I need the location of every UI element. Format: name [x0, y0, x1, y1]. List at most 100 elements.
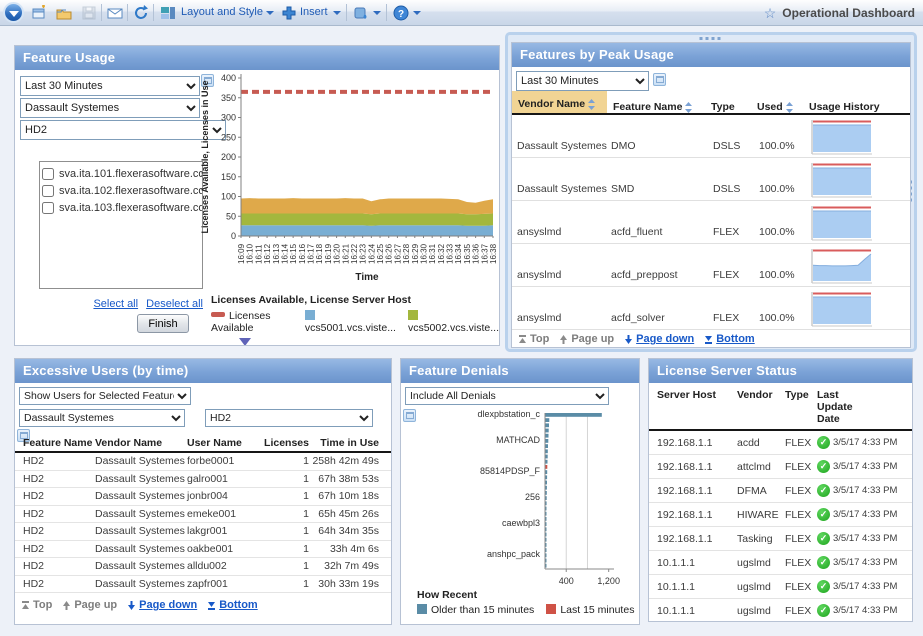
table-row: HD2Dassault Systemesemeke001165h 45m 26s: [15, 506, 391, 524]
feature-select[interactable]: HD2: [205, 409, 373, 427]
cell-type: FLEX: [785, 533, 817, 545]
cell-type: FLEX: [785, 509, 817, 521]
y-tick-label: 50: [226, 211, 236, 221]
layout-and-style-menu[interactable]: Layout and Style: [181, 6, 263, 18]
insert-plus-icon[interactable]: [280, 4, 298, 22]
layout-caret-icon[interactable]: [266, 11, 274, 15]
column-header-user[interactable]: User Name: [187, 433, 269, 449]
host-list-item: sva.ita.103.flexerasoftware.com: [42, 199, 200, 216]
host-checkbox[interactable]: [42, 185, 54, 197]
toolbar-separator: [386, 4, 387, 21]
new-icon[interactable]: [30, 4, 48, 22]
x-axis-label: Time: [355, 272, 379, 283]
status-ok-icon: ✓: [817, 508, 830, 521]
cell-vendor: Dassault Systemes: [95, 541, 187, 558]
y-tick-label: 100: [221, 192, 236, 202]
app-menu-button[interactable]: [3, 2, 24, 23]
time-range-select[interactable]: Last 30 Minutes: [516, 71, 649, 91]
maximize-icon[interactable]: [653, 73, 666, 86]
cell-vendor: Dassault Systemes: [95, 558, 187, 575]
column-header-feature[interactable]: Feature Name: [15, 433, 95, 449]
cell-vendor: acdd: [737, 437, 785, 449]
cell-type: FLEX: [713, 269, 739, 281]
host-checkbox[interactable]: [42, 202, 54, 214]
cell-user: zapfr001: [187, 576, 269, 593]
mode-select[interactable]: Show Users for Selected Feature: [19, 387, 191, 405]
cell-vendor: Dassault Systemes: [95, 523, 187, 540]
insert-caret-icon[interactable]: [333, 11, 341, 15]
legend-item: Last 15 minutes: [546, 604, 634, 616]
status-ok-icon: ✓: [817, 484, 830, 497]
page-up-icon: [559, 335, 568, 344]
host-label: sva.ita.101.flexerasoftware.com: [59, 168, 203, 180]
x-tick-label: 16:11: [254, 244, 263, 264]
legend-page-down-icon[interactable]: [239, 338, 251, 346]
usage-history-sparkline: [810, 202, 874, 242]
category-label: anshpc_pack: [487, 549, 541, 559]
x-tick-label: 16:25: [376, 243, 385, 264]
help-caret-icon[interactable]: [413, 11, 421, 15]
vendor-select[interactable]: Dassault Systemes: [20, 98, 200, 118]
column-header-vendor[interactable]: Vendor Name: [512, 91, 607, 113]
favorite-star-icon[interactable]: ☆: [764, 6, 777, 20]
save-icon: [80, 4, 98, 22]
cell-used: 100.0%: [759, 226, 795, 238]
vendor-select[interactable]: Dassault Systemes: [19, 409, 185, 427]
cell-user: alldu002: [187, 558, 269, 575]
insert-menu[interactable]: Insert: [300, 6, 328, 18]
deselect-all-link[interactable]: Deselect all: [146, 298, 203, 310]
column-header-type[interactable]: Type: [711, 91, 757, 113]
cell-user: emeke001: [187, 506, 269, 523]
denial-bar: [546, 481, 548, 485]
cell-feature: SMD: [611, 183, 634, 195]
open-folder-icon[interactable]: [55, 4, 73, 22]
host-list: sva.ita.101.flexerasoftware.com sva.ita.1…: [39, 161, 203, 289]
x-tick-label: 16:13: [272, 243, 281, 264]
top-icon: [518, 335, 527, 344]
help-icon[interactable]: ?: [392, 4, 410, 22]
denials-filter-select[interactable]: Include All Denials: [405, 387, 609, 405]
table-row: 192.168.1.1DFMAFLEX✓3/5/17 4:33 PM: [649, 479, 912, 503]
column-header-vendor[interactable]: Vendor Name: [95, 433, 187, 449]
select-all-link[interactable]: Select all: [93, 298, 138, 310]
table-row: 192.168.1.1acddFLEX✓3/5/17 4:33 PM: [649, 431, 912, 455]
finish-button[interactable]: Finish: [137, 314, 189, 333]
chevron-down-icon: [9, 11, 19, 17]
cell-last-update: 3/5/17 4:33 PM: [833, 461, 903, 472]
table-row: 192.168.1.1HIWAREFLEX✓3/5/17 4:33 PM: [649, 503, 912, 527]
cell-server-host: 10.1.1.1: [649, 557, 737, 569]
cell-time-in-use: 65h 45m 26s: [309, 506, 379, 523]
layout-icon[interactable]: [159, 4, 177, 22]
column-header-time[interactable]: Time in Use: [309, 433, 379, 449]
feature-select[interactable]: HD2: [20, 120, 226, 140]
column-header-licenses[interactable]: Licenses: [269, 433, 309, 449]
usage-history-sparkline: [810, 245, 874, 285]
cell-feature: HD2: [15, 541, 95, 558]
dashboard-title: Operational Dashboard: [782, 6, 915, 20]
denial-bar: [546, 429, 549, 433]
email-icon[interactable]: [106, 4, 124, 22]
host-checkbox[interactable]: [42, 168, 54, 180]
time-range-select[interactable]: Last 30 Minutes: [20, 76, 200, 96]
host-list-item: sva.ita.102.flexerasoftware.com: [42, 182, 200, 199]
denial-bar: [546, 559, 547, 563]
drag-handle-icon[interactable]: [700, 37, 723, 40]
cell-time-in-use: 30h 33m 19s: [309, 576, 379, 593]
sort-icon: [786, 102, 793, 113]
cell-used: 100.0%: [759, 312, 795, 324]
x-tick-label: 16:26: [385, 243, 394, 264]
theme-icon[interactable]: [352, 4, 370, 22]
pagination-bottom[interactable]: Bottom: [704, 333, 755, 345]
column-header-used[interactable]: Used: [757, 91, 809, 113]
cell-type: FLEX: [713, 312, 739, 324]
refresh-icon[interactable]: [132, 4, 150, 22]
theme-caret-icon[interactable]: [373, 11, 381, 15]
category-label: MATHCAD: [496, 435, 540, 445]
cell-vendor: ugslmd: [737, 581, 785, 593]
column-header-feature[interactable]: Feature Name: [613, 91, 711, 113]
pagination-page-down[interactable]: Page down: [127, 599, 197, 611]
x-tick-label: 16:38: [489, 243, 498, 264]
pagination-bottom[interactable]: Bottom: [207, 599, 258, 611]
pagination-page-down[interactable]: Page down: [624, 333, 694, 345]
x-tick-label: 16:29: [411, 243, 420, 264]
